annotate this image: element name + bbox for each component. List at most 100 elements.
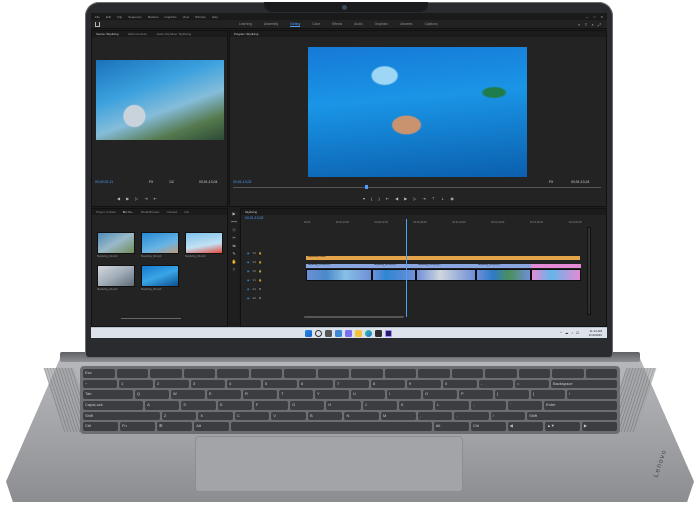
selection-tool-icon[interactable]: ▶ bbox=[230, 211, 238, 219]
go-to-in-icon[interactable]: ⇤ bbox=[386, 196, 389, 201]
step-back-icon[interactable]: ◀ bbox=[117, 196, 120, 201]
program-fit-dropdown[interactable]: Fit bbox=[549, 180, 553, 184]
track-toggle[interactable]: ▣ bbox=[247, 278, 250, 282]
search-icon[interactable]: ⌕ bbox=[592, 22, 594, 27]
tab-sequence[interactable]: Skydiving bbox=[245, 210, 257, 214]
type-tool-icon[interactable]: T bbox=[230, 267, 238, 275]
timeline-clip-adjustment[interactable]: Adjustment Layer bbox=[306, 256, 580, 260]
track-header[interactable]: ▣ V2 🔒 bbox=[244, 267, 302, 275]
lock-icon[interactable]: 🔒 bbox=[259, 251, 262, 255]
track-header[interactable]: ▣ A2 M bbox=[244, 294, 302, 302]
workspace-tab-effects[interactable]: Effects bbox=[332, 22, 342, 27]
chat-icon[interactable] bbox=[345, 330, 352, 337]
menu-graphics[interactable]: Graphics bbox=[165, 15, 177, 19]
menu-help[interactable]: Help bbox=[212, 15, 218, 19]
onedrive-icon[interactable]: ☁ bbox=[565, 331, 569, 335]
track-toggle[interactable]: ▣ bbox=[247, 269, 250, 273]
maximize-button[interactable]: □ bbox=[594, 15, 596, 19]
menu-sequence[interactable]: Sequence bbox=[128, 15, 142, 19]
tab-effect-controls[interactable]: Effect Controls bbox=[128, 32, 146, 36]
mute-icon[interactable]: M bbox=[259, 288, 261, 291]
track-toggle[interactable]: ▣ bbox=[247, 251, 250, 255]
share-icon[interactable]: ⇪ bbox=[584, 22, 587, 27]
tab-bin[interactable]: Bin: Fo... bbox=[123, 210, 134, 214]
bin-clip-thumbnail[interactable] bbox=[141, 232, 179, 254]
overwrite-icon[interactable]: ⇤ bbox=[154, 196, 157, 201]
tab-audio-clip-mixer[interactable]: Audio Clip Mixer: SkyDiving bbox=[157, 32, 191, 36]
touchpad[interactable] bbox=[195, 436, 463, 492]
workspace-tab-color[interactable]: Color bbox=[312, 22, 320, 27]
bin-zoom-slider[interactable] bbox=[121, 318, 181, 319]
tab-program[interactable]: Program: Skydiving bbox=[234, 32, 258, 36]
workspace-tab-graphics[interactable]: Graphics bbox=[375, 22, 388, 27]
tab-libraries[interactable]: Libraries bbox=[167, 210, 178, 214]
menu-file[interactable]: File bbox=[95, 15, 100, 19]
play-program-icon[interactable]: ▶ bbox=[404, 196, 407, 201]
lock-icon[interactable]: 🔒 bbox=[259, 260, 262, 264]
timeline-clip-label[interactable]: Skydiving_02.mp4 [V] bbox=[372, 264, 416, 268]
timeline-ruler[interactable]: 00;00 00;00;16;00 00;00;32;00 00;00;48;0… bbox=[304, 221, 582, 227]
go-to-out-icon[interactable]: ⇥ bbox=[422, 196, 425, 201]
edge-icon[interactable] bbox=[365, 330, 372, 337]
export-frame-icon[interactable]: ◉ bbox=[450, 196, 454, 201]
razor-tool-icon[interactable]: ✂ bbox=[230, 235, 238, 243]
track-toggle[interactable]: ▣ bbox=[247, 287, 250, 291]
start-icon[interactable] bbox=[305, 330, 312, 337]
fullscreen-icon[interactable]: ⤢ bbox=[598, 22, 601, 27]
ripple-edit-tool-icon[interactable]: ◇ bbox=[230, 227, 238, 235]
timeline-clip-label[interactable]: Skydiving_03.mp4 [V] bbox=[416, 264, 476, 268]
home-icon[interactable] bbox=[95, 22, 100, 27]
tray-overflow-icon[interactable]: ^ bbox=[560, 331, 562, 335]
step-forward-icon[interactable]: ▷ bbox=[135, 196, 138, 201]
mark-out-icon[interactable]: } bbox=[378, 196, 379, 201]
close-button[interactable]: ✕ bbox=[600, 15, 603, 19]
widgets-icon[interactable] bbox=[335, 330, 342, 337]
timeline-clip[interactable] bbox=[416, 269, 476, 281]
premiere-pro-icon[interactable] bbox=[385, 330, 392, 337]
timeline-playhead[interactable] bbox=[406, 219, 407, 317]
store-icon[interactable] bbox=[375, 330, 382, 337]
pen-tool-icon[interactable]: ✎ bbox=[230, 251, 238, 259]
tab-source[interactable]: Source: Skydiving bbox=[96, 32, 118, 36]
step-back-program-icon[interactable]: ◀ bbox=[395, 196, 398, 201]
timeline-clip[interactable] bbox=[306, 269, 372, 281]
bin-clip-thumbnail[interactable] bbox=[97, 265, 135, 287]
timeline-clip-label[interactable]: Skydiving_04.mp4 [V] bbox=[476, 264, 531, 268]
insert-icon[interactable]: ⇥ bbox=[144, 196, 147, 201]
track-select-tool-icon[interactable]: ⟷ bbox=[230, 219, 238, 227]
volume-icon[interactable]: ♪ bbox=[571, 331, 573, 335]
mark-in-icon[interactable]: { bbox=[371, 196, 372, 201]
lock-icon[interactable]: 🔒 bbox=[259, 278, 262, 282]
battery-icon[interactable]: ⊡ bbox=[576, 331, 579, 335]
bin-clip-thumbnail[interactable] bbox=[185, 232, 223, 254]
track-header[interactable]: ▣ V3 🔒 bbox=[244, 258, 302, 266]
menu-markers[interactable]: Markers bbox=[148, 15, 159, 19]
bin-clip-thumbnail[interactable] bbox=[97, 232, 135, 254]
lock-icon[interactable]: 🔒 bbox=[259, 269, 262, 273]
source-video-frame[interactable] bbox=[96, 60, 224, 140]
source-timecode[interactable]: 00;00;01;11 bbox=[95, 180, 113, 184]
track-toggle[interactable]: ▣ bbox=[247, 296, 250, 300]
program-video-frame[interactable] bbox=[308, 47, 527, 177]
bin-clip-thumbnail[interactable] bbox=[141, 265, 179, 287]
track-toggle[interactable]: ▣ bbox=[247, 260, 250, 264]
workspace-tab-assembly[interactable]: Assembly bbox=[264, 22, 278, 27]
taskbar-search-icon[interactable] bbox=[315, 330, 322, 337]
track-header[interactable]: ▣ A1 M bbox=[244, 285, 302, 293]
menu-view[interactable]: View bbox=[183, 15, 189, 19]
timeline-clip[interactable] bbox=[372, 269, 416, 281]
menu-clip[interactable]: Clip bbox=[117, 15, 122, 19]
tab-media-browser[interactable]: Media Browser bbox=[141, 210, 160, 214]
extract-icon[interactable]: ⇣ bbox=[441, 196, 444, 201]
workspace-tab-learning[interactable]: Learning bbox=[239, 22, 252, 27]
timeline-clip-label[interactable]: Skydiving_01.mp4 [V] bbox=[306, 264, 372, 268]
tab-info[interactable]: Info bbox=[184, 210, 189, 214]
task-view-icon[interactable] bbox=[325, 330, 332, 337]
hand-tool-icon[interactable]: ✋ bbox=[230, 259, 238, 267]
timeline-clip-label[interactable] bbox=[531, 264, 581, 268]
menu-edit[interactable]: Edit bbox=[106, 15, 111, 19]
program-playhead-marker[interactable] bbox=[365, 185, 368, 189]
lift-icon[interactable]: ⇡ bbox=[432, 196, 435, 201]
minimize-button[interactable]: — bbox=[586, 15, 589, 19]
workspace-tab-audio[interactable]: Audio bbox=[354, 22, 362, 27]
